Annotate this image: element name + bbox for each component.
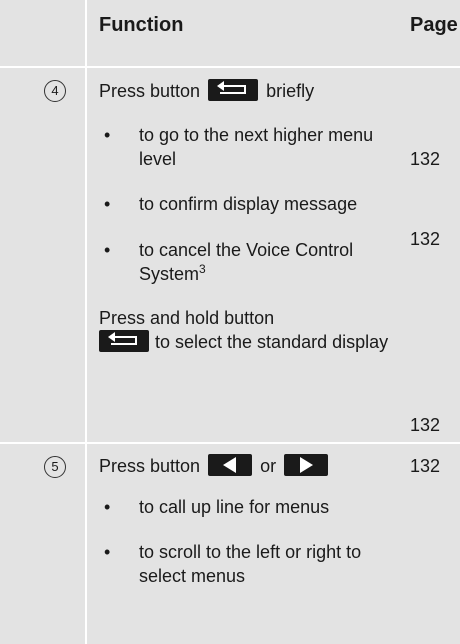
left-arrow-icon [208,454,253,476]
list-item: to go to the next higher menu level [87,123,408,171]
or-text: or [260,456,277,476]
table-row-4: 4 Press button briefly to go to the next … [0,68,460,442]
list-item: to cancel the Voice Control System3 [87,238,408,286]
right-arrow-icon [284,454,329,476]
step-number-cell: 4 [0,68,87,442]
back-arrow-icon [99,330,149,352]
page-cell: 132 [408,444,460,644]
table-row-5: 5 Press button or to call up line for men… [0,444,460,644]
hold-prefix-text: Press and hold button [99,308,275,328]
list-item: to confirm display message [87,192,408,216]
hold-suffix-text: to select the standard display [155,332,389,352]
header-number-cell [0,0,87,66]
press-and-hold-text: Press and hold button to select the stand… [87,286,408,354]
function-cell: Press button or to call up line for menus… [86,444,408,644]
page-ref: 132 [410,415,441,435]
table-header: Function Page [0,0,460,66]
press-suffix-text: briefly [266,81,315,101]
page-ref: 132 [410,149,441,169]
page-ref: 132 [410,456,441,476]
list-item: to call up line for menus [87,495,408,519]
step-number-4: 4 [44,80,66,102]
back-arrow-icon [208,79,259,101]
step-number-5: 5 [44,456,66,478]
step-number-cell: 5 [0,444,87,644]
press-briefly-line: Press button briefly [87,68,408,103]
function-table-page: Function Page 4 Press button briefly to g… [0,0,460,644]
header-function: Function [86,0,408,66]
list-item-text: to cancel the Voice Control System [139,240,354,284]
press-prefix-text: Press button [99,456,201,476]
function-cell: Press button briefly to go to the next hi… [86,68,408,442]
press-arrow-line: Press button or [87,444,408,478]
page-ref: 132 [410,229,441,249]
footnote-marker: 3 [199,262,206,276]
function-table: Function Page 4 Press button briefly to g… [0,0,460,644]
list-item: to scroll to the left or right to select… [87,540,408,588]
header-page: Page [408,0,460,66]
press-prefix-text: Press button [99,81,201,101]
page-cell: 132 132 132 [408,68,460,442]
